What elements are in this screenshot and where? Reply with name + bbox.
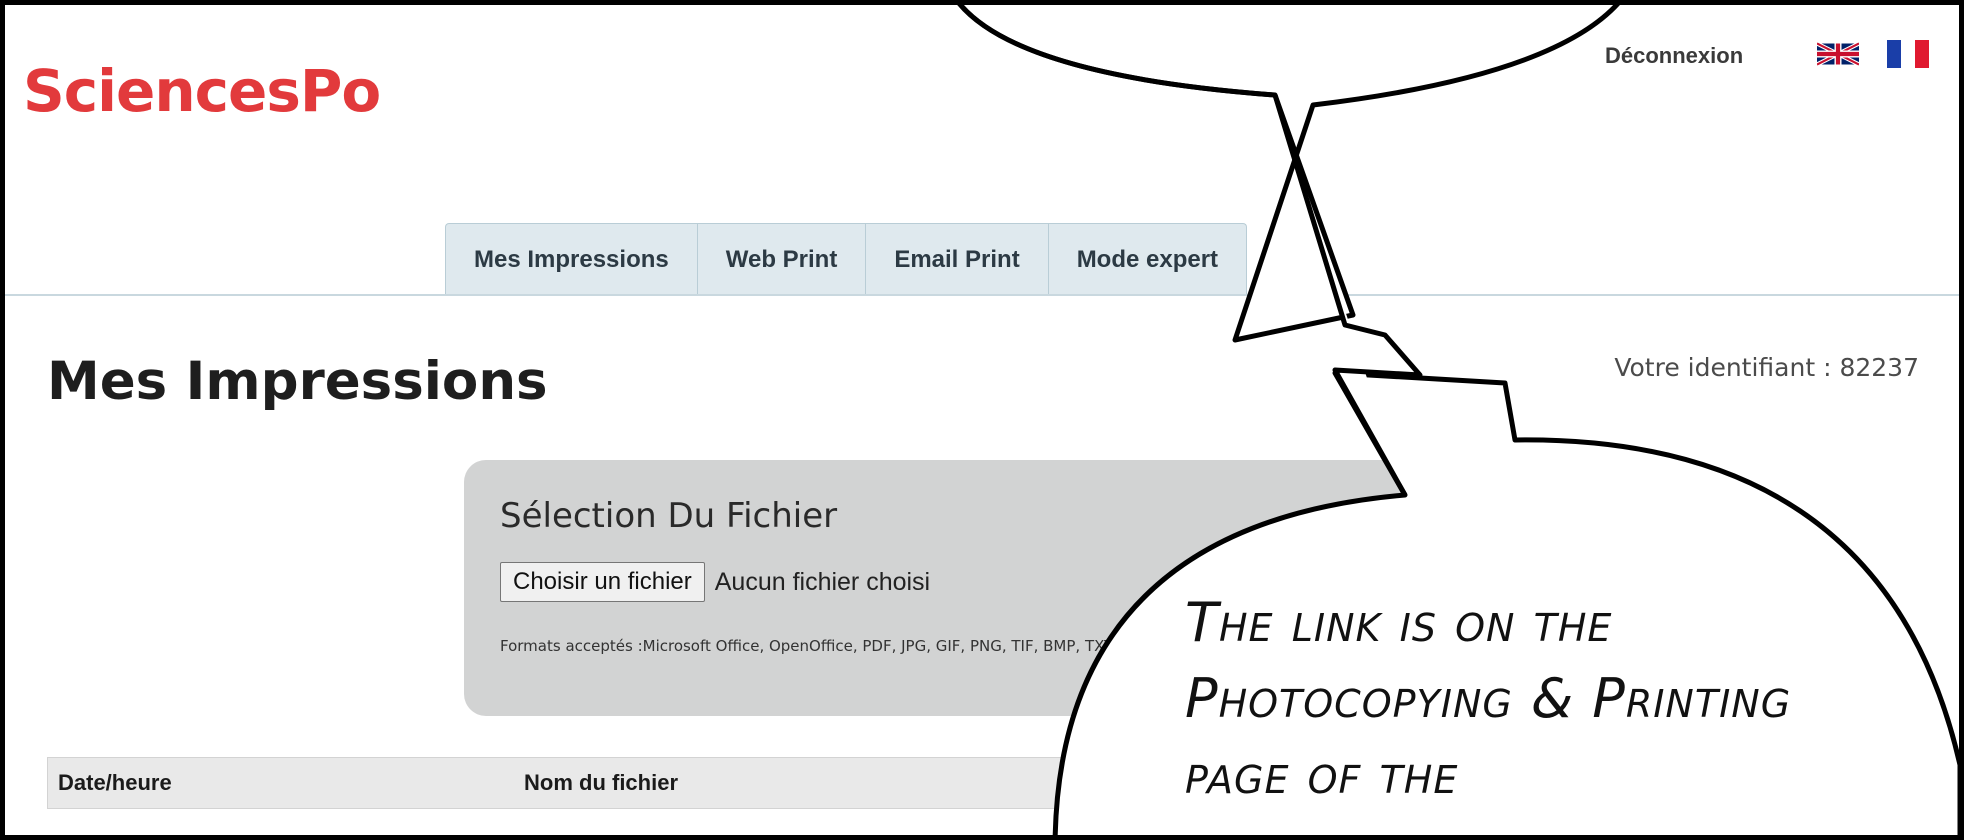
app-frame: SciencesPo Déconnexion Mes Impressions W…	[0, 0, 1964, 840]
fr-flag-icon[interactable]	[1887, 39, 1929, 69]
tab-email-print[interactable]: Email Print	[865, 223, 1049, 295]
uk-flag-icon[interactable]	[1817, 39, 1859, 69]
file-input-row: Choisir un fichier Aucun fichier choisi	[500, 562, 930, 602]
column-header-filename[interactable]: Nom du fichier	[524, 770, 678, 796]
user-id-text: Votre identifiant : 82237	[1614, 353, 1919, 382]
top-bubble-bottom-arc	[957, 5, 1276, 98]
tab-web-print[interactable]: Web Print	[696, 223, 867, 295]
logout-link[interactable]: Déconnexion	[1605, 43, 1743, 69]
accepted-formats-text: Formats acceptés :Microsoft Office, Open…	[500, 637, 1114, 655]
prints-table-header: Date/heure Nom du fichier	[47, 757, 1347, 809]
top-bar: Déconnexion	[1605, 43, 1743, 69]
choose-file-button[interactable]: Choisir un fichier	[500, 562, 705, 602]
tab-mes-impressions[interactable]: Mes Impressions	[445, 223, 698, 295]
callout-text: The link is on the Photocopying & Printi…	[1185, 591, 1792, 806]
file-status-text: Aucun fichier choisi	[714, 567, 931, 596]
main-tabs: Mes Impressions Web Print Email Print Mo…	[445, 223, 1248, 295]
page-title: Mes Impressions	[47, 351, 548, 412]
tab-mode-expert[interactable]: Mode expert	[1047, 223, 1248, 295]
file-selection-title: Sélection Du Fichier	[500, 496, 838, 536]
sciencespo-logo[interactable]: SciencesPo	[23, 57, 381, 125]
column-header-date[interactable]: Date/heure	[58, 770, 172, 796]
tabs-divider	[5, 294, 1959, 296]
